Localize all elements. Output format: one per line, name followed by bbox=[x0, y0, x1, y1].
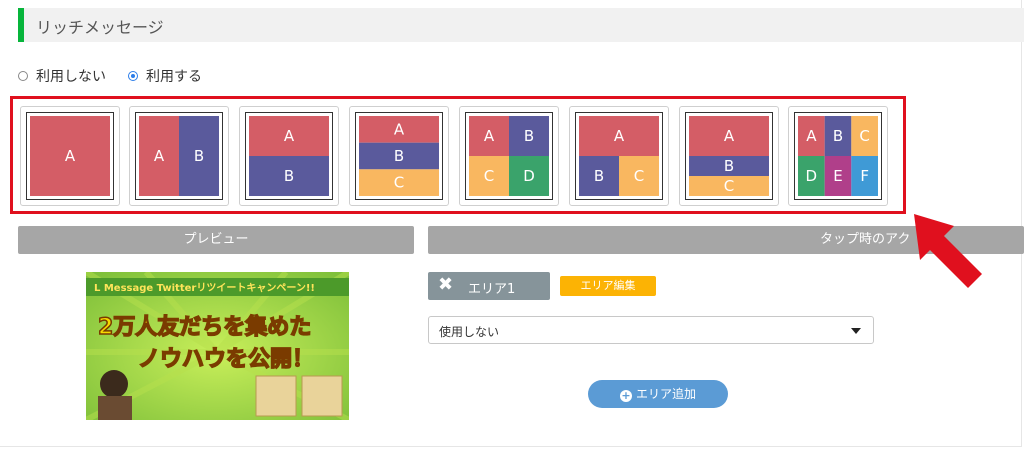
radio-use-circle[interactable] bbox=[128, 71, 138, 81]
template-tile-8[interactable]: ABC DEF bbox=[788, 106, 888, 206]
template-cell-label: A bbox=[484, 127, 495, 145]
template-layout-graphic: A B C D E F bbox=[794, 112, 882, 200]
add-area-button[interactable]: + エリア追加 bbox=[588, 380, 728, 408]
template-tile-1[interactable]: A bbox=[20, 106, 120, 206]
template-layout-graphic: A B C bbox=[575, 112, 663, 200]
template-cell-label: C bbox=[859, 127, 869, 145]
banner-top-line: L Message Twitterリツイートキャンペーン!! bbox=[94, 282, 315, 294]
template-layout-graphic: AB bbox=[245, 112, 333, 200]
template-cell-label: F bbox=[860, 167, 869, 185]
template-cell-label: B bbox=[194, 147, 204, 165]
red-arrow-icon bbox=[914, 214, 982, 288]
template-tile-7[interactable]: ABC bbox=[679, 106, 779, 206]
template-cell-label: B bbox=[594, 167, 604, 185]
template-cell-label: A bbox=[806, 127, 817, 145]
radio-use[interactable]: 利用する bbox=[128, 66, 202, 86]
template-cell-label: D bbox=[523, 167, 535, 185]
template-cell-label: A bbox=[724, 127, 735, 145]
radio-not-use-circle[interactable] bbox=[18, 71, 28, 81]
template-layout-graphic: A B C D bbox=[465, 112, 553, 200]
template-cell-label: C bbox=[634, 167, 644, 185]
template-cell-label: B bbox=[524, 127, 534, 145]
template-tile-4[interactable]: ABC bbox=[349, 106, 449, 206]
template-cell-label: E bbox=[833, 167, 842, 185]
banner-headline-1: 2万人友だちを集めた bbox=[98, 314, 311, 340]
template-cell-label: A bbox=[284, 127, 295, 145]
close-icon[interactable]: ✖ bbox=[438, 276, 453, 294]
preview-banner-svg: L Message Twitterリツイートキャンペーン!! 2万人友だちを集め… bbox=[86, 272, 349, 420]
template-cell-label: C bbox=[484, 167, 494, 185]
preview-image: L Message Twitterリツイートキャンペーン!! 2万人友だちを集め… bbox=[86, 272, 349, 420]
template-cell-label: C bbox=[394, 174, 404, 192]
preview-header: プレビュー bbox=[18, 226, 414, 254]
area-1-button[interactable]: ✖ エリア1 bbox=[428, 272, 550, 300]
template-cell-label: D bbox=[806, 167, 818, 185]
usage-radio-group: 利用しない 利用する bbox=[18, 66, 224, 86]
template-layout-graphic: ABC bbox=[355, 112, 443, 200]
edit-area-button[interactable]: エリア編集 bbox=[560, 276, 656, 296]
template-cell-label: B bbox=[724, 157, 734, 175]
template-cell-label: C bbox=[724, 177, 734, 195]
chevron-down-icon bbox=[851, 328, 861, 334]
template-cell-label: A bbox=[394, 120, 405, 138]
template-layout-graphic: AB bbox=[135, 112, 223, 200]
plus-icon: + bbox=[619, 389, 632, 402]
template-tile-6[interactable]: A B C bbox=[569, 106, 669, 206]
template-layout-graphic: ABC bbox=[685, 112, 773, 200]
template-cell-label: B bbox=[833, 127, 843, 145]
banner-headline-2: ノウハウを公開！ bbox=[138, 347, 314, 372]
radio-not-use[interactable]: 利用しない bbox=[18, 66, 106, 86]
action-select-value: 使用しない bbox=[439, 325, 500, 339]
template-cell-label: A bbox=[154, 147, 165, 165]
area-1-label: エリア1 bbox=[468, 282, 516, 297]
radio-use-label: 利用する bbox=[146, 69, 202, 85]
template-cell-label: A bbox=[65, 147, 76, 165]
action-select[interactable]: 使用しない bbox=[428, 316, 874, 344]
section-header: リッチメッセージ bbox=[18, 8, 1024, 42]
template-cell-label: A bbox=[614, 127, 625, 145]
template-cell-label: B bbox=[394, 147, 404, 165]
template-layout-graphic: A bbox=[26, 112, 114, 200]
template-tile-3[interactable]: AB bbox=[239, 106, 339, 206]
section-title: リッチメッセージ bbox=[36, 18, 164, 37]
add-area-label: エリア追加 bbox=[635, 387, 696, 401]
template-tile-5[interactable]: A B C D bbox=[459, 106, 559, 206]
template-cell-label: B bbox=[284, 167, 294, 185]
template-tile-2[interactable]: AB bbox=[129, 106, 229, 206]
radio-not-use-label: 利用しない bbox=[36, 69, 106, 85]
